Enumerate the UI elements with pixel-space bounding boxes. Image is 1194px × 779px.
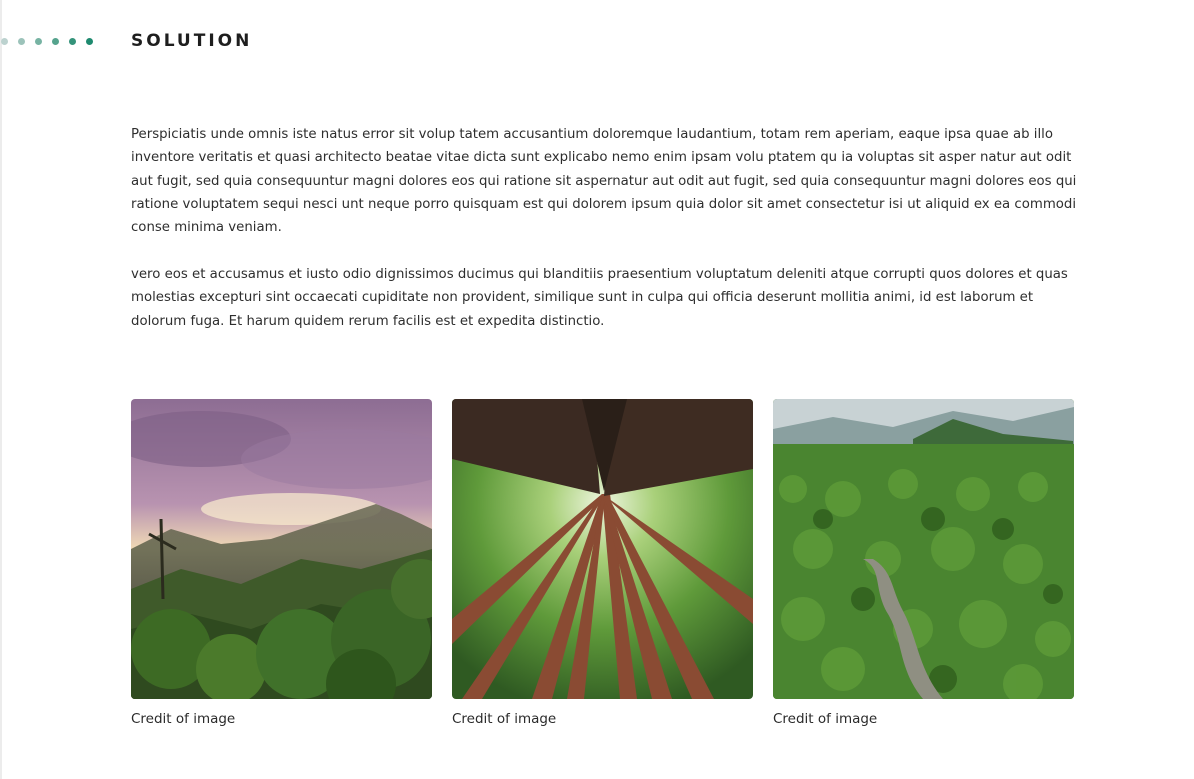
section-dot xyxy=(86,38,93,45)
image-credit: Credit of image xyxy=(131,711,236,727)
section-title: SOLUTION xyxy=(131,31,253,51)
section-dot xyxy=(18,38,25,45)
tree-canopy-photo[interactable] xyxy=(452,399,753,699)
gallery-card: Credit of image xyxy=(773,399,1074,727)
left-border xyxy=(0,0,2,779)
section-dot xyxy=(1,38,8,45)
section-dots xyxy=(0,38,103,45)
image-gallery: Credit of image Credit of image Credit o… xyxy=(131,399,1074,727)
image-credit: Credit of image xyxy=(452,711,557,727)
image-credit: Credit of image xyxy=(773,711,878,727)
section-dot xyxy=(35,38,42,45)
gallery-card: Credit of image xyxy=(452,399,753,727)
body-text: Perspiciatis unde omnis iste natus error… xyxy=(131,123,1081,356)
mountain-forest-photo[interactable] xyxy=(131,399,432,699)
rainforest-river-photo[interactable] xyxy=(773,399,1074,699)
section-dot xyxy=(52,38,59,45)
paragraph: vero eos et accusamus et iusto odio dign… xyxy=(131,266,1068,329)
gallery-card: Credit of image xyxy=(131,399,432,727)
paragraph: Perspiciatis unde omnis iste natus error… xyxy=(131,127,1077,236)
section-dot xyxy=(69,38,76,45)
